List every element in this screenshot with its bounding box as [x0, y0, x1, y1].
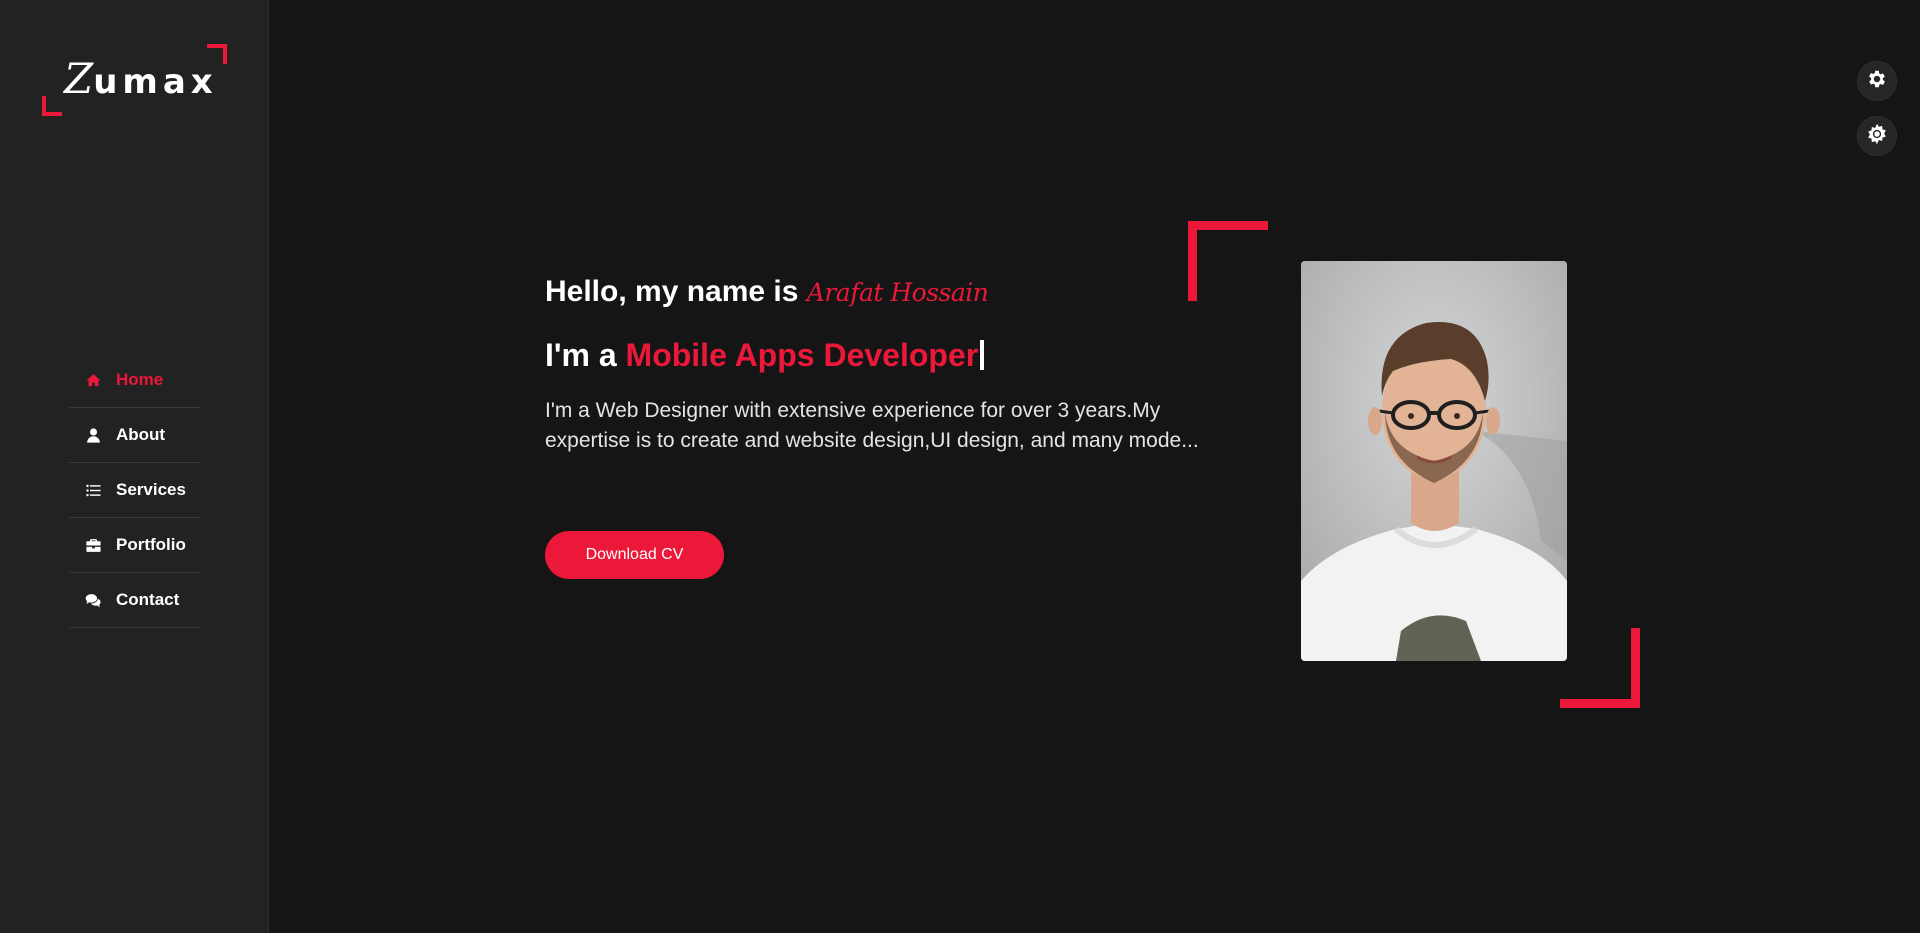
intro-description: I'm a Web Designer with extensive experi…: [545, 399, 1199, 452]
nav-item-portfolio[interactable]: Portfolio: [69, 518, 200, 573]
photo-frame-top-left: [1188, 221, 1268, 301]
profile-photo: [1301, 261, 1567, 661]
role-prefix: I'm a: [545, 337, 617, 373]
home-icon: [83, 371, 103, 389]
download-cv-button[interactable]: Download CV: [545, 531, 724, 579]
user-icon: [83, 426, 103, 444]
settings-toggle-button[interactable]: [1857, 61, 1897, 101]
comments-icon: [83, 591, 103, 609]
sidebar: Zumax Home About Services Portfolio Cont…: [0, 0, 269, 933]
role-heading: I'm a Mobile Apps Developer: [545, 337, 985, 374]
nav-item-label: Portfolio: [116, 535, 186, 554]
typing-cursor: [980, 340, 985, 370]
nav-item-contact[interactable]: Contact: [69, 573, 200, 628]
nav-item-label: Contact: [116, 590, 180, 609]
nav-item-about[interactable]: About: [69, 408, 200, 463]
briefcase-icon: [83, 536, 103, 554]
nav-item-home[interactable]: Home: [69, 353, 200, 408]
nav-item-label: Home: [116, 370, 164, 389]
gear-icon: [1866, 68, 1888, 94]
owner-name: Arafat Hossain: [806, 278, 989, 307]
logo-corner-bottom-left: [42, 96, 62, 116]
theme-toggle-button[interactable]: [1857, 116, 1897, 156]
greeting-text: Hello, my name is: [545, 275, 799, 308]
main-nav: Home About Services Portfolio Contact: [69, 353, 200, 628]
nav-item-services[interactable]: Services: [69, 463, 200, 518]
role-text: Mobile Apps Developer: [625, 337, 979, 373]
photo-frame-bottom-right: [1560, 628, 1640, 708]
list-icon: [83, 481, 103, 499]
logo-rest: umax: [93, 62, 218, 102]
logo[interactable]: Zumax: [42, 44, 227, 116]
logo-first-letter: Z: [64, 54, 94, 103]
nav-item-label: About: [116, 425, 166, 444]
greeting-heading: Hello, my name is Arafat Hossain: [545, 275, 989, 309]
nav-item-label: Services: [116, 480, 186, 499]
logo-text: Zumax: [64, 54, 218, 103]
sun-icon: [1866, 123, 1888, 149]
